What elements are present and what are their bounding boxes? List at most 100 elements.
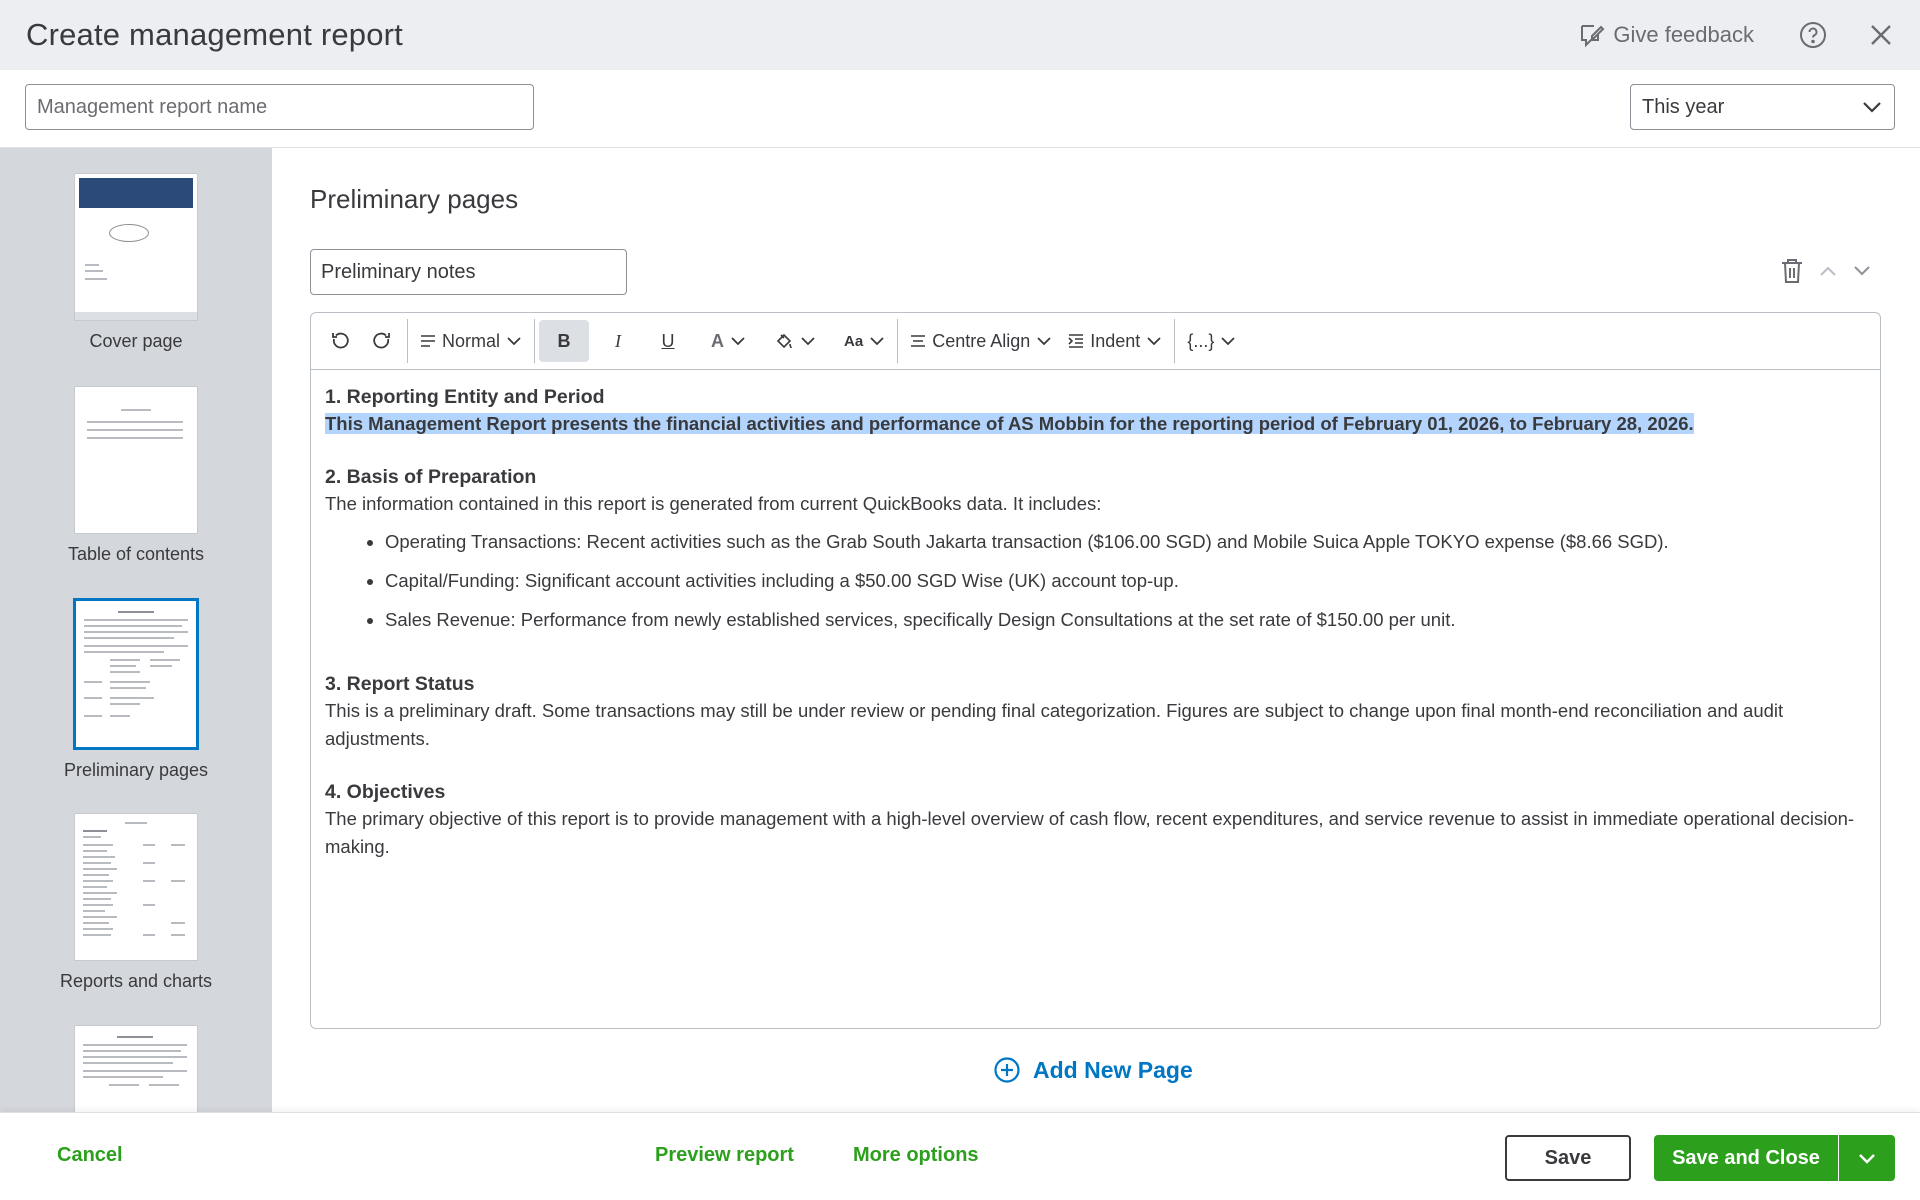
font-size-dropdown[interactable]: Aa: [836, 320, 893, 362]
sidebar-item-cover-page[interactable]: Cover page: [0, 173, 272, 352]
indent-dropdown[interactable]: Indent: [1060, 320, 1170, 362]
add-new-page-button[interactable]: Add New Page: [993, 1056, 1193, 1084]
chevron-down-icon: [1859, 1154, 1875, 1164]
italic-button[interactable]: I: [597, 320, 639, 362]
chevron-down-icon: [870, 337, 884, 346]
paragraph-style-dropdown[interactable]: Normal: [412, 320, 530, 362]
alignment-label: Centre Align: [932, 330, 1031, 351]
report-name-input[interactable]: [25, 84, 534, 130]
delete-page-button[interactable]: [1780, 258, 1804, 284]
table-of-contents-thumbnail: [74, 386, 198, 534]
move-page-down-button[interactable]: [1852, 264, 1872, 278]
sidebar-item-page-5[interactable]: [0, 1025, 272, 1112]
italic-icon: I: [615, 330, 622, 351]
align-center-icon: [911, 335, 926, 347]
main-content: Preliminary pages Normal: [272, 148, 1920, 1112]
editor-content[interactable]: 1. Reporting Entity and Period This Mana…: [311, 370, 1880, 861]
list-item: Capital/Funding: Significant account act…: [385, 567, 1866, 595]
help-icon[interactable]: [1798, 20, 1828, 50]
chevron-down-icon: [1854, 266, 1870, 276]
bold-icon: B: [557, 330, 571, 351]
bullet-list: Operating Transactions: Recent activitie…: [385, 528, 1866, 634]
redo-button[interactable]: [361, 320, 403, 362]
report-settings-row: This year: [0, 70, 1920, 148]
trash-icon: [1782, 259, 1802, 283]
alignment-dropdown[interactable]: Centre Align: [902, 320, 1060, 362]
redo-icon: [373, 332, 390, 349]
close-icon[interactable]: [1868, 22, 1894, 48]
save-and-close-button[interactable]: Save and Close: [1654, 1135, 1838, 1181]
save-options-dropdown[interactable]: [1839, 1135, 1895, 1181]
more-options-button[interactable]: More options: [853, 1144, 979, 1167]
list-item: Operating Transactions: Recent activitie…: [385, 528, 1866, 556]
paint-bucket-icon: [776, 333, 792, 349]
section-title: Preliminary pages: [310, 184, 519, 214]
insert-field-dropdown[interactable]: {...}: [1179, 320, 1244, 362]
sidebar-item-label: Reports and charts: [59, 971, 213, 991]
add-new-page-label: Add New Page: [1033, 1056, 1193, 1083]
rich-text-editor: Normal B I U A Aa Centre Align Indent {.…: [310, 312, 1881, 1029]
move-page-up-button[interactable]: [1818, 264, 1838, 278]
heading-reporting-entity: 1. Reporting Entity and Period: [325, 386, 605, 408]
chevron-down-icon: [801, 337, 815, 346]
save-button[interactable]: Save: [1505, 1135, 1631, 1181]
undo-icon: [332, 332, 349, 349]
feedback-icon: [1581, 25, 1605, 48]
heading-objectives: 4. Objectives: [325, 781, 446, 803]
give-feedback-label: Give feedback: [1613, 22, 1754, 47]
dialog-header: Create management report Give feedback: [0, 0, 1920, 70]
toolbar-divider: [1174, 319, 1176, 363]
chevron-down-icon: [1037, 337, 1051, 346]
toolbar-divider: [897, 319, 899, 363]
insert-field-icon: {...}: [1187, 330, 1215, 351]
sidebar-item-table-of-contents[interactable]: Table of contents: [0, 386, 272, 565]
header-actions: Give feedback: [1577, 20, 1894, 50]
cancel-button[interactable]: Cancel: [57, 1144, 123, 1167]
font-color-dropdown[interactable]: A: [703, 320, 754, 362]
give-feedback-button[interactable]: Give feedback: [1577, 21, 1754, 49]
highlight-color-dropdown[interactable]: [766, 320, 824, 362]
sidebar-item-label: Preliminary pages: [63, 760, 209, 780]
underline-icon: U: [661, 330, 675, 351]
dialog-footer: Cancel Preview report More options Save …: [0, 1112, 1920, 1200]
toolbar-divider: [534, 319, 536, 363]
paragraph-status: This is a preliminary draft. Some transa…: [325, 700, 1784, 749]
heading-report-status: 3. Report Status: [325, 673, 475, 695]
underline-button[interactable]: U: [647, 320, 689, 362]
page-thumbnails-sidebar: Cover page Table of contents Preliminary…: [0, 148, 272, 1112]
sidebar-item-preliminary-pages[interactable]: Preliminary pages: [0, 598, 272, 781]
list-item: Sales Revenue: Performance from newly es…: [385, 606, 1866, 634]
font-color-icon: A: [711, 330, 725, 351]
period-select[interactable]: This year: [1630, 84, 1895, 130]
paragraph-objectives: The primary objective of this report is …: [325, 808, 1855, 857]
cover-page-thumbnail: [74, 173, 198, 321]
sidebar-item-label: Table of contents: [67, 544, 205, 564]
dialog-title: Create management report: [26, 17, 403, 52]
paragraph-icon: [421, 335, 435, 347]
preliminary-pages-thumbnail: [73, 598, 199, 750]
page-5-thumbnail: [74, 1025, 198, 1112]
chevron-down-icon: [731, 337, 745, 346]
sidebar-item-label: Cover page: [89, 331, 183, 351]
font-size-icon: Aa: [844, 332, 864, 350]
paragraph-style-label: Normal: [442, 330, 501, 351]
chevron-up-icon: [1820, 266, 1836, 276]
indent-icon: [1068, 334, 1084, 348]
preview-report-button[interactable]: Preview report: [655, 1144, 794, 1167]
paragraph-basis: The information contained in this report…: [325, 493, 1102, 514]
undo-button[interactable]: [319, 320, 361, 362]
chevron-down-icon: [1221, 337, 1235, 346]
indent-label: Indent: [1090, 330, 1141, 351]
chevron-down-icon: [507, 337, 521, 346]
page-name-input[interactable]: [310, 249, 627, 295]
plus-circle-icon: [994, 1057, 1020, 1083]
chevron-down-icon: [1863, 102, 1881, 113]
bold-button[interactable]: B: [539, 320, 590, 362]
page-controls: [1780, 258, 1872, 284]
selected-text: This Management Report presents the fina…: [325, 413, 1694, 434]
editor-toolbar: Normal B I U A Aa Centre Align Indent {.…: [311, 313, 1880, 370]
heading-basis-of-preparation: 2. Basis of Preparation: [325, 466, 537, 488]
chevron-down-icon: [1147, 337, 1161, 346]
period-select-value: This year: [1642, 95, 1725, 118]
sidebar-item-reports-and-charts[interactable]: Reports and charts: [0, 813, 272, 992]
